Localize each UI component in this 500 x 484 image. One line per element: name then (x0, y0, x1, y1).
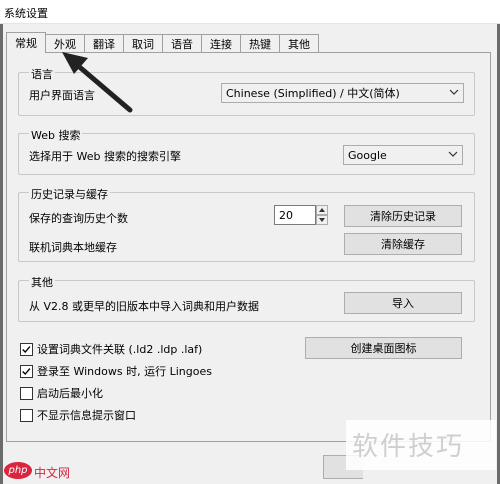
checkbox-unchecked[interactable] (20, 408, 33, 422)
chevron-down-icon (448, 151, 458, 157)
chevron-down-icon (319, 218, 325, 222)
group-title: 其他 (29, 274, 55, 290)
clear-history-button[interactable]: 清除历史记录 (344, 205, 462, 227)
run-at-login-checkbox-row[interactable]: 登录至 Windows 时, 运行 Lingoes (20, 363, 212, 379)
window-border-left (0, 24, 3, 484)
search-engine-value: Google (348, 148, 387, 162)
tab-label: 连接 (210, 37, 232, 51)
site-logo: php 中文网 (0, 458, 90, 484)
checkbox-checked[interactable] (20, 342, 33, 356)
window-title: 系统设置 (4, 7, 48, 20)
check-icon (22, 345, 31, 353)
tab-hotkeys[interactable]: 热键 (241, 34, 280, 52)
import-button[interactable]: 导入 (344, 292, 462, 314)
history-count-label: 保存的查询历史个数 (29, 212, 128, 225)
tab-connection[interactable]: 连接 (202, 34, 241, 52)
watermark-text: 软件技巧 (352, 432, 465, 462)
tab-label: 语音 (171, 37, 193, 51)
chevron-down-icon (449, 89, 459, 95)
clear-cache-button[interactable]: 清除缓存 (344, 233, 462, 255)
web-search-group: Web 搜索 选择用于 Web 搜索的搜索引擎 Google (18, 127, 475, 175)
check-icon (22, 367, 31, 375)
annotation-arrow-icon (62, 52, 133, 113)
chevron-up-icon (319, 208, 325, 212)
group-title: 历史记录与缓存 (29, 186, 110, 202)
create-desktop-icon-button[interactable]: 创建桌面图标 (305, 337, 462, 359)
file-association-checkbox-row[interactable]: 设置词典文件关联 (.ld2 .ldp .laf) (20, 341, 202, 357)
history-count-input[interactable]: 20 (274, 205, 316, 225)
search-engine-select[interactable]: Google (343, 145, 463, 165)
cache-label: 联机词典本地缓存 (29, 241, 117, 254)
spin-down-button[interactable] (316, 215, 328, 225)
checkbox-unchecked[interactable] (20, 386, 33, 400)
button-label: 导入 (392, 297, 414, 310)
search-engine-label: 选择用于 Web 搜索的搜索引擎 (29, 150, 181, 163)
button-label: 清除历史记录 (370, 210, 436, 223)
history-cache-group: 历史记录与缓存 保存的查询历史个数 20 清除历史记录 联机词典本地缓存 清除缓… (18, 186, 475, 262)
ui-language-value: Chinese (Simplified) / 中文(简体) (226, 87, 400, 100)
import-label: 从 V2.8 或更早的旧版本中导入词典和用户数据 (29, 300, 260, 313)
checkbox-label: 设置词典文件关联 (.ld2 .ldp .laf) (37, 343, 203, 356)
tab-label: 热键 (249, 37, 271, 51)
tab-other[interactable]: 其他 (280, 34, 319, 52)
logo-text: 中文网 (34, 466, 71, 480)
button-label: 创建桌面图标 (350, 342, 417, 355)
tab-label: 常规 (15, 37, 37, 50)
history-count-value: 20 (279, 208, 293, 222)
checkbox-label: 不显示信息提示窗口 (37, 409, 136, 422)
other-group: 其他 从 V2.8 或更早的旧版本中导入词典和用户数据 导入 (18, 274, 475, 322)
checkbox-label: 登录至 Windows 时, 运行 Lingoes (37, 365, 212, 378)
logo-badge: php (4, 462, 32, 479)
tab-general[interactable]: 常规 (6, 32, 46, 53)
button-label: 清除缓存 (381, 238, 425, 251)
tab-speech[interactable]: 语音 (163, 34, 202, 52)
checkbox-label: 启动后最小化 (37, 387, 103, 400)
checkbox-checked[interactable] (20, 364, 33, 378)
ui-language-select[interactable]: Chinese (Simplified) / 中文(简体) (221, 83, 464, 103)
tab-label: 其他 (288, 37, 310, 51)
title-bar: 系统设置 (0, 0, 500, 24)
hide-notifications-checkbox-row[interactable]: 不显示信息提示窗口 (20, 407, 136, 423)
group-title: Web 搜索 (29, 127, 83, 143)
minimize-on-start-checkbox-row[interactable]: 启动后最小化 (20, 385, 103, 401)
spin-up-button[interactable] (316, 205, 328, 215)
